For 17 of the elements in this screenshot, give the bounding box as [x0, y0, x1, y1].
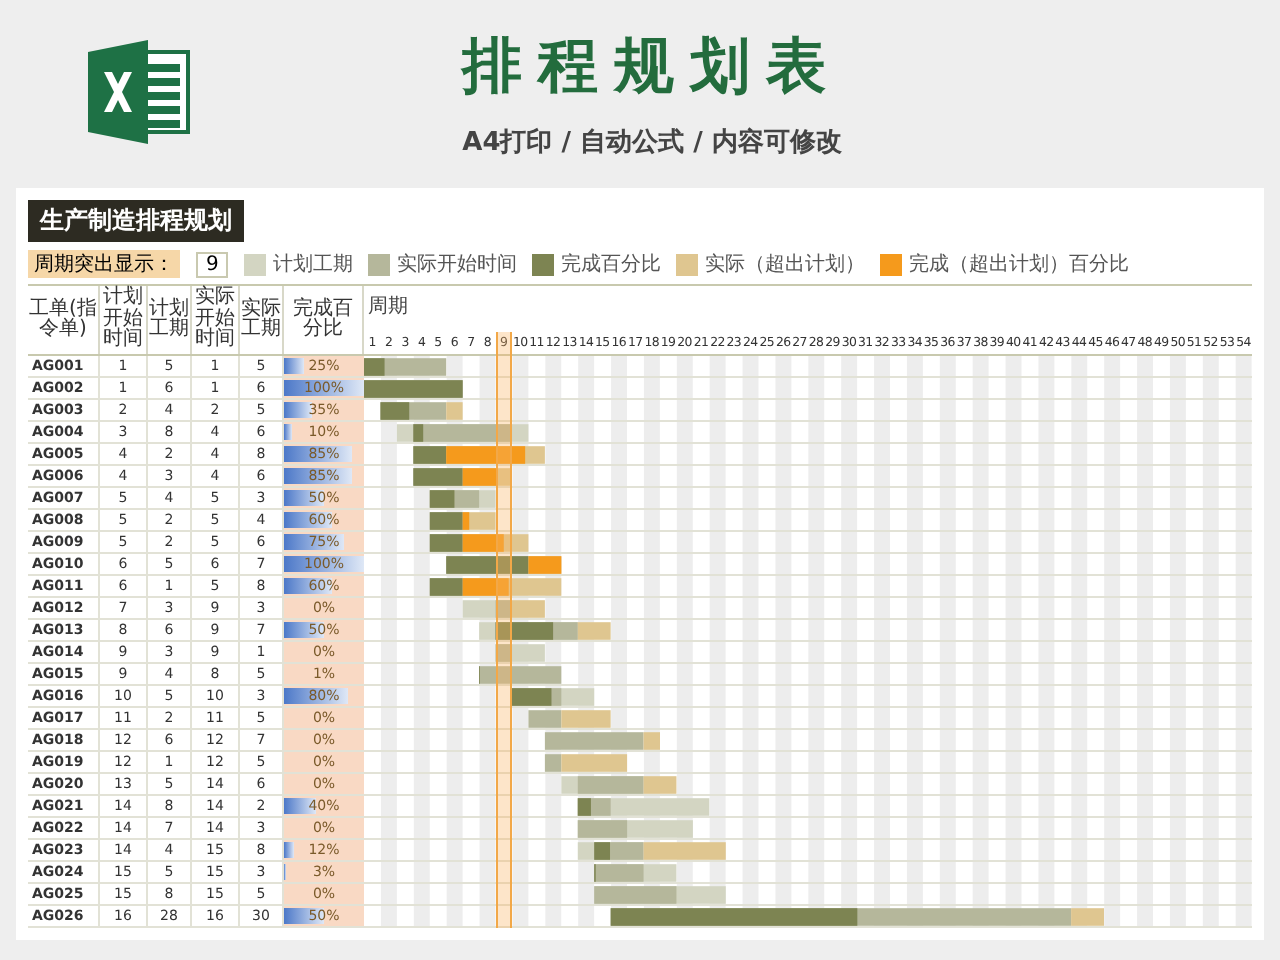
legend-label: 计划工期 [272, 251, 353, 278]
page-subtitle: A4打印 / 自动公式 / 内容可修改 [462, 125, 842, 159]
period-label: 周期突出显示： [28, 250, 180, 278]
column-header: 实际工期 [240, 286, 284, 354]
period-field[interactable]: 9 [196, 251, 229, 277]
legend-label: 完成百分比 [560, 251, 661, 278]
legend-label: 完成（超出计划）百分比 [908, 251, 1129, 278]
column-header: 实际开始时间 [192, 286, 240, 354]
legend-label: 实际开始时间 [396, 251, 517, 278]
period-header: 周期 [366, 293, 408, 320]
legend-label: 实际（超出计划） [704, 251, 865, 278]
sheet-title: 生产制造排程规划 [28, 200, 244, 242]
column-header: 完成百分比 [284, 286, 364, 354]
column-header: 计划工期 [148, 286, 192, 354]
page-title: 排程规划表 [462, 29, 842, 105]
column-header: 计划开始时间 [100, 286, 148, 354]
column-header: 工单(指令单) [28, 286, 100, 354]
